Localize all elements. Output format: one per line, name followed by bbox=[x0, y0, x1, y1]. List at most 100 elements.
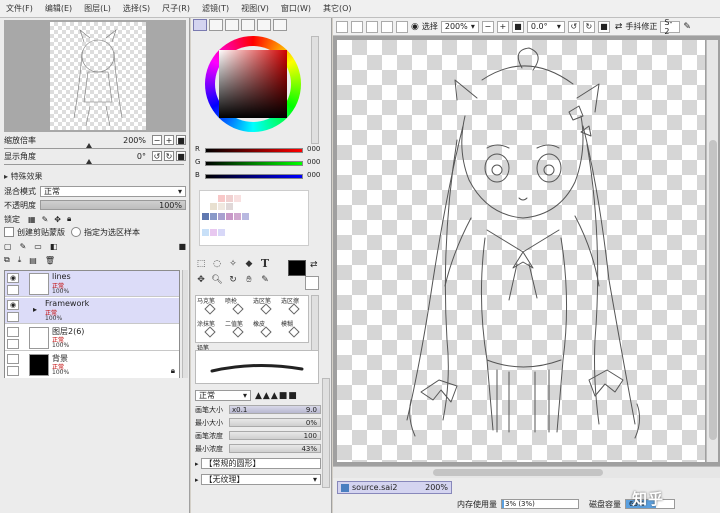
mask-icon[interactable]: ◧ bbox=[50, 242, 58, 251]
swatch[interactable] bbox=[202, 213, 209, 220]
horizontal-scroll-thumb[interactable] bbox=[433, 469, 603, 476]
menu-select[interactable]: 选择(S) bbox=[117, 3, 156, 14]
pen-icon[interactable] bbox=[7, 339, 19, 349]
swatch[interactable] bbox=[226, 195, 233, 202]
rotate-right-button[interactable]: ↻ bbox=[582, 20, 595, 33]
canvas-toolbar-btn-1[interactable] bbox=[336, 20, 348, 33]
eye-icon[interactable] bbox=[7, 354, 19, 364]
brush-mode-select[interactable]: 正常 ▾ bbox=[195, 390, 251, 401]
swatch[interactable] bbox=[218, 203, 225, 210]
canvas-vertical-scrollbar[interactable] bbox=[706, 40, 718, 462]
swatch[interactable] bbox=[218, 213, 225, 220]
menu-edit[interactable]: 编辑(E) bbox=[39, 3, 78, 14]
angle-slider-knob[interactable] bbox=[86, 159, 92, 164]
saturation-value-square[interactable] bbox=[219, 50, 287, 118]
zoom-reset-button[interactable]: ■ bbox=[176, 135, 186, 145]
lock-icon[interactable]: 🔒︎ bbox=[171, 366, 175, 376]
select-sample-radio[interactable] bbox=[71, 227, 81, 237]
brush-tip-shapes-icon[interactable]: ▲▲▲■■ bbox=[255, 391, 298, 401]
lock-paint-icon[interactable]: ✎ bbox=[42, 215, 49, 224]
menu-view[interactable]: 视图(V) bbox=[235, 3, 275, 14]
swatch[interactable] bbox=[226, 213, 233, 220]
secondary-color-swatch[interactable] bbox=[305, 276, 319, 290]
menu-file[interactable]: 文件(F) bbox=[0, 3, 39, 14]
folder-expand-icon[interactable]: ▸ bbox=[33, 305, 37, 314]
scratch-tab-icon[interactable] bbox=[273, 19, 287, 31]
layer-item-framework[interactable]: ◉ ▸ Framework 正常 100% bbox=[5, 298, 179, 324]
menu-ruler[interactable]: 尺子(R) bbox=[156, 3, 196, 14]
zoom-in-button[interactable]: + bbox=[496, 20, 509, 33]
color-panel-scrollbar[interactable] bbox=[311, 36, 319, 144]
hsv-slider-tab-icon[interactable] bbox=[225, 19, 239, 31]
swatch[interactable] bbox=[210, 213, 217, 220]
brush-blend[interactable]: 涂抹笔 bbox=[196, 319, 224, 341]
swatch[interactable] bbox=[234, 195, 241, 202]
brush-eraser[interactable]: 橡皮 bbox=[252, 319, 280, 341]
swap-colors-icon[interactable]: ⇄ bbox=[310, 260, 318, 270]
pen-icon[interactable] bbox=[7, 312, 19, 322]
swatch[interactable] bbox=[226, 203, 233, 210]
brush-size-slider[interactable]: x0.1 9.0 bbox=[229, 405, 321, 414]
brush-texture-row[interactable]: ▸ 【无纹理】 ▾ bbox=[195, 474, 321, 485]
brush-airbrush[interactable]: 喷枪 bbox=[224, 296, 252, 318]
flip-icon[interactable]: ⇄ bbox=[615, 22, 623, 32]
swatch[interactable] bbox=[210, 203, 217, 210]
swatch[interactable] bbox=[202, 229, 209, 236]
eye-icon[interactable]: ◉ bbox=[411, 22, 419, 32]
eye-icon[interactable] bbox=[7, 327, 19, 337]
opacity-slider[interactable]: 100% bbox=[40, 200, 186, 210]
eye-icon[interactable]: ◉ bbox=[7, 273, 19, 283]
lock-move-icon[interactable]: ✥ bbox=[54, 215, 61, 224]
canvas-toolbar-btn-5[interactable] bbox=[396, 20, 408, 33]
menu-window[interactable]: 窗口(W) bbox=[275, 3, 317, 14]
zoom-reset-button[interactable]: ■ bbox=[511, 20, 524, 33]
rotate-reset-button[interactable]: ■ bbox=[176, 151, 186, 161]
brush-binary[interactable]: 二值笔 bbox=[224, 319, 252, 341]
zoom-in-button[interactable]: + bbox=[164, 135, 174, 145]
menu-other[interactable]: 其它(O) bbox=[317, 3, 358, 14]
navigator[interactable] bbox=[4, 20, 186, 132]
copy-layer-icon[interactable]: ⧉ bbox=[4, 255, 10, 265]
effects-header[interactable]: ▸ 特殊效果 bbox=[4, 171, 43, 182]
new-linework-icon[interactable]: ✎ bbox=[20, 242, 27, 251]
pen-icon[interactable]: ✎ bbox=[683, 22, 691, 32]
swatch[interactable] bbox=[242, 213, 249, 220]
menu-layer[interactable]: 图层(L) bbox=[78, 3, 117, 14]
min-density-slider[interactable]: 43% bbox=[229, 444, 321, 453]
menu-filter[interactable]: 滤镜(T) bbox=[196, 3, 235, 14]
tool-params-scrollbar[interactable] bbox=[322, 378, 330, 488]
swatch[interactable] bbox=[234, 213, 241, 220]
swatch-tab-icon[interactable] bbox=[257, 19, 271, 31]
move-icon[interactable]: ✥ bbox=[195, 274, 207, 286]
swatch[interactable] bbox=[218, 195, 225, 202]
green-slider[interactable] bbox=[205, 161, 303, 166]
new-layer-icon[interactable]: ▢ bbox=[4, 242, 12, 251]
swatch[interactable] bbox=[218, 229, 225, 236]
vertical-scroll-thumb[interactable] bbox=[709, 140, 717, 440]
navigator-preview[interactable] bbox=[50, 22, 146, 130]
layer-item-lines[interactable]: ◉ lines 正常 100% bbox=[5, 271, 179, 297]
zoom-slider-knob[interactable] bbox=[86, 143, 92, 148]
brush-select-eraser[interactable]: 选区擦 bbox=[280, 296, 308, 318]
pen-icon[interactable] bbox=[7, 285, 19, 295]
canvas-toolbar-btn-4[interactable] bbox=[381, 20, 393, 33]
magic-wand-icon[interactable]: ✧ bbox=[227, 258, 239, 270]
text-tool-icon[interactable]: T bbox=[259, 258, 271, 270]
canvas-horizontal-scrollbar[interactable] bbox=[333, 466, 720, 478]
canvas-toolbar-btn-3[interactable] bbox=[366, 20, 378, 33]
blue-slider[interactable] bbox=[205, 174, 303, 179]
clip-checkbox[interactable] bbox=[4, 227, 14, 237]
drawing-canvas[interactable] bbox=[337, 40, 705, 462]
pen-icon[interactable] bbox=[7, 366, 19, 376]
lock-transparency-icon[interactable]: ▦ bbox=[28, 215, 36, 224]
new-folder-icon[interactable]: ▭ bbox=[34, 242, 42, 251]
select-rect-icon[interactable]: ⬚ bbox=[195, 258, 207, 270]
blend-select[interactable]: 正常 ▾ bbox=[40, 185, 186, 197]
rotate-left-button[interactable]: ↺ bbox=[567, 20, 580, 33]
palette-tab-icon[interactable] bbox=[241, 19, 255, 31]
shape-icon[interactable]: ◆ bbox=[243, 258, 255, 270]
rotate-right-button[interactable]: ↻ bbox=[164, 151, 174, 161]
eye-icon[interactable]: ◉ bbox=[7, 300, 19, 310]
canvas-zoom-select[interactable]: 200% ▾ bbox=[440, 20, 479, 33]
swatch[interactable] bbox=[210, 229, 217, 236]
